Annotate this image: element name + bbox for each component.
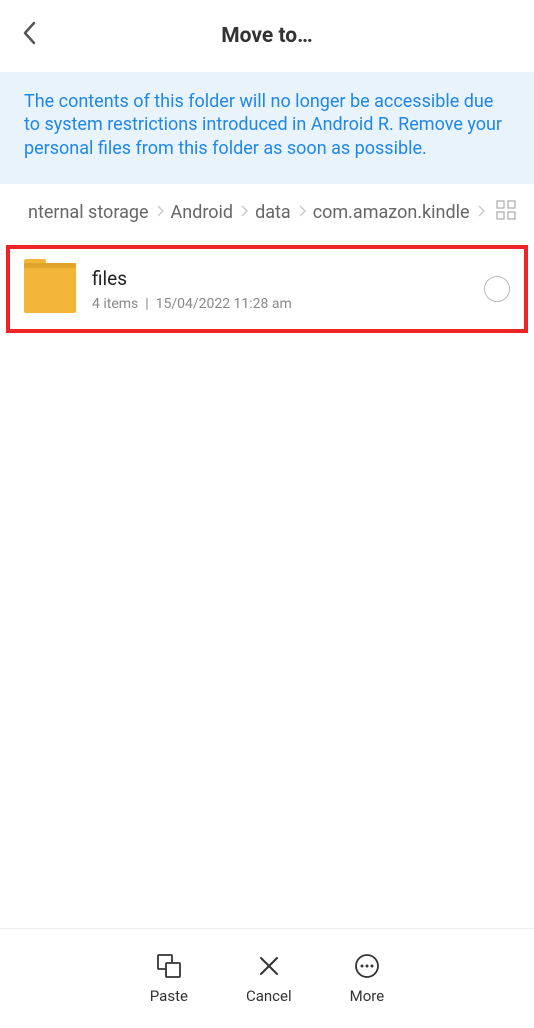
folder-list: files 4 items | 15/04/2022 11:28 am [0,241,534,337]
chevron-left-icon [20,19,38,47]
breadcrumb-segment[interactable]: Android [171,202,234,223]
select-radio[interactable] [484,276,510,302]
folder-row[interactable]: files 4 items | 15/04/2022 11:28 am [6,245,528,333]
grid-icon [496,200,516,220]
paste-icon [156,953,182,979]
chevron-right-icon [297,202,307,223]
breadcrumb-segment[interactable]: nternal storage [28,202,149,223]
bottom-bar: Paste Cancel More [0,928,534,1028]
more-icon [354,953,380,979]
folder-name: files [92,267,484,290]
chevron-right-icon [476,202,486,223]
cancel-button[interactable]: Cancel [246,953,292,1005]
more-label: More [350,987,385,1005]
chevron-right-icon [239,202,249,223]
breadcrumb-segment[interactable]: data [255,202,291,223]
grid-view-toggle[interactable] [496,200,516,225]
more-button[interactable]: More [350,953,385,1005]
folder-info: files 4 items | 15/04/2022 11:28 am [92,267,484,312]
breadcrumb-segment[interactable]: com.amazon.kindle [313,202,470,223]
paste-label: Paste [150,987,188,1005]
chevron-right-icon [155,202,165,223]
cancel-label: Cancel [246,987,292,1005]
breadcrumb: nternal storage Android data com.amazon.… [0,184,534,241]
warning-banner: The contents of this folder will no long… [0,72,534,184]
header: Move to… [0,0,534,72]
folder-icon [24,265,76,313]
folder-meta: 4 items | 15/04/2022 11:28 am [92,296,484,312]
back-button[interactable] [20,19,38,54]
paste-button[interactable]: Paste [150,953,188,1005]
page-title: Move to… [20,24,514,48]
close-icon [256,953,282,979]
